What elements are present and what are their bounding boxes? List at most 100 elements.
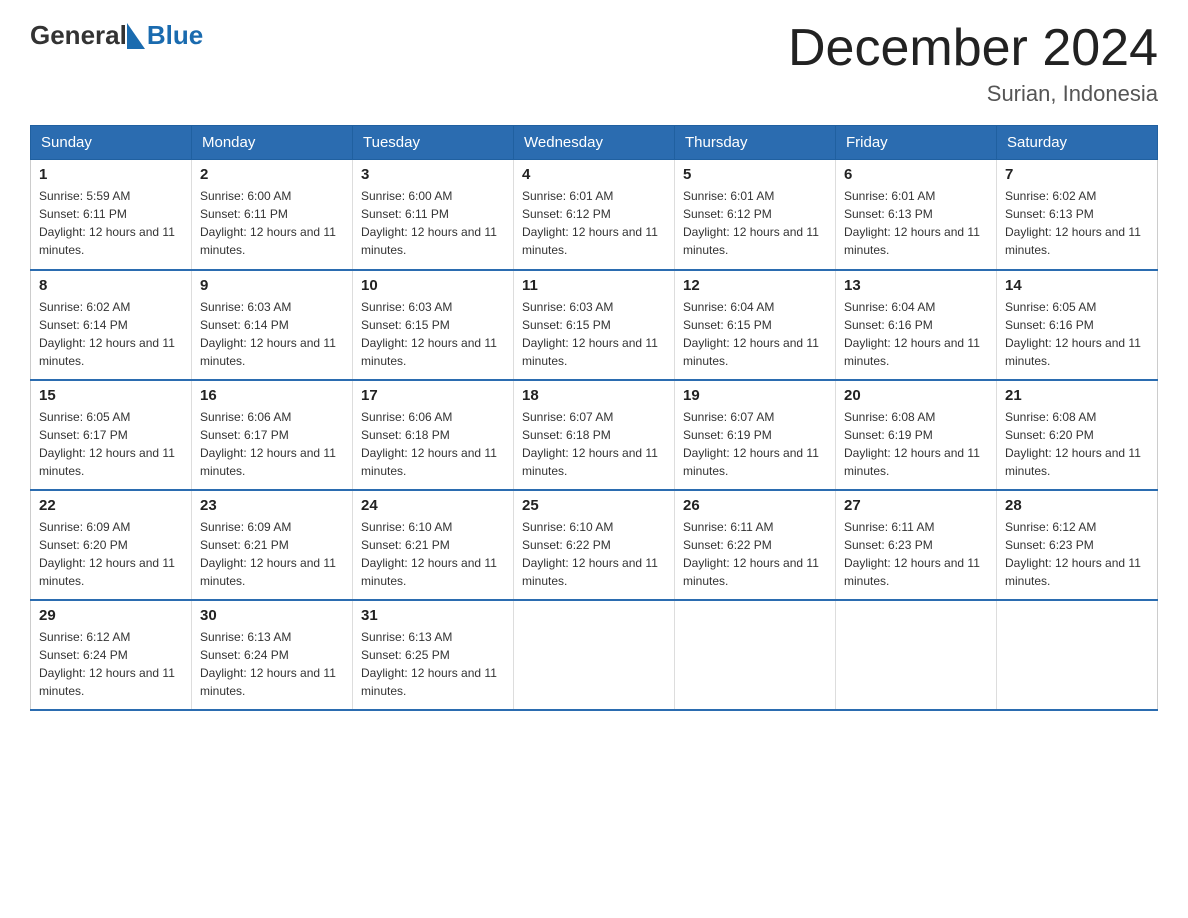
day-number: 21: [1005, 387, 1149, 404]
calendar-cell: 3 Sunrise: 6:00 AMSunset: 6:11 PMDayligh…: [353, 160, 514, 270]
calendar-cell: 6 Sunrise: 6:01 AMSunset: 6:13 PMDayligh…: [836, 160, 997, 270]
calendar-title: December 2024: [788, 20, 1158, 77]
day-info: Sunrise: 6:03 AMSunset: 6:15 PMDaylight:…: [522, 300, 658, 368]
day-number: 3: [361, 166, 505, 183]
day-info: Sunrise: 6:01 AMSunset: 6:12 PMDaylight:…: [683, 189, 819, 257]
calendar-cell: 30 Sunrise: 6:13 AMSunset: 6:24 PMDaylig…: [192, 600, 353, 710]
day-info: Sunrise: 6:01 AMSunset: 6:13 PMDaylight:…: [844, 189, 980, 257]
day-info: Sunrise: 6:00 AMSunset: 6:11 PMDaylight:…: [200, 189, 336, 257]
day-number: 6: [844, 166, 988, 183]
day-number: 2: [200, 166, 344, 183]
day-info: Sunrise: 6:08 AMSunset: 6:19 PMDaylight:…: [844, 410, 980, 478]
calendar-cell: [514, 600, 675, 710]
calendar-cell: 31 Sunrise: 6:13 AMSunset: 6:25 PMDaylig…: [353, 600, 514, 710]
day-info: Sunrise: 6:04 AMSunset: 6:15 PMDaylight:…: [683, 300, 819, 368]
calendar-cell: 27 Sunrise: 6:11 AMSunset: 6:23 PMDaylig…: [836, 490, 997, 600]
day-number: 1: [39, 166, 183, 183]
calendar-week-row: 1 Sunrise: 5:59 AMSunset: 6:11 PMDayligh…: [31, 160, 1158, 270]
day-info: Sunrise: 6:07 AMSunset: 6:18 PMDaylight:…: [522, 410, 658, 478]
calendar-cell: 1 Sunrise: 5:59 AMSunset: 6:11 PMDayligh…: [31, 160, 192, 270]
day-number: 16: [200, 387, 344, 404]
day-info: Sunrise: 6:13 AMSunset: 6:24 PMDaylight:…: [200, 630, 336, 698]
title-block: December 2024 Surian, Indonesia: [788, 20, 1158, 107]
calendar-cell: 29 Sunrise: 6:12 AMSunset: 6:24 PMDaylig…: [31, 600, 192, 710]
calendar-cell: 4 Sunrise: 6:01 AMSunset: 6:12 PMDayligh…: [514, 160, 675, 270]
logo-general-text: General: [30, 20, 127, 51]
calendar-week-row: 29 Sunrise: 6:12 AMSunset: 6:24 PMDaylig…: [31, 600, 1158, 710]
day-info: Sunrise: 6:02 AMSunset: 6:14 PMDaylight:…: [39, 300, 175, 368]
calendar-header-friday: Friday: [836, 126, 997, 160]
logo-blue-text: Blue: [147, 20, 203, 51]
calendar-cell: 20 Sunrise: 6:08 AMSunset: 6:19 PMDaylig…: [836, 380, 997, 490]
logo-triangle-icon: [127, 23, 145, 49]
day-info: Sunrise: 6:03 AMSunset: 6:15 PMDaylight:…: [361, 300, 497, 368]
calendar-cell: 8 Sunrise: 6:02 AMSunset: 6:14 PMDayligh…: [31, 270, 192, 380]
day-number: 19: [683, 387, 827, 404]
day-info: Sunrise: 6:12 AMSunset: 6:24 PMDaylight:…: [39, 630, 175, 698]
day-number: 23: [200, 497, 344, 514]
day-number: 12: [683, 277, 827, 294]
calendar-cell: 25 Sunrise: 6:10 AMSunset: 6:22 PMDaylig…: [514, 490, 675, 600]
day-number: 26: [683, 497, 827, 514]
day-number: 17: [361, 387, 505, 404]
day-number: 10: [361, 277, 505, 294]
day-info: Sunrise: 6:02 AMSunset: 6:13 PMDaylight:…: [1005, 189, 1141, 257]
calendar-cell: 13 Sunrise: 6:04 AMSunset: 6:16 PMDaylig…: [836, 270, 997, 380]
day-number: 9: [200, 277, 344, 294]
day-info: Sunrise: 6:08 AMSunset: 6:20 PMDaylight:…: [1005, 410, 1141, 478]
calendar-cell: 18 Sunrise: 6:07 AMSunset: 6:18 PMDaylig…: [514, 380, 675, 490]
calendar-cell: 7 Sunrise: 6:02 AMSunset: 6:13 PMDayligh…: [997, 160, 1158, 270]
calendar-header-thursday: Thursday: [675, 126, 836, 160]
calendar-cell: 22 Sunrise: 6:09 AMSunset: 6:20 PMDaylig…: [31, 490, 192, 600]
logo: General Blue: [30, 20, 203, 51]
page-header: General Blue December 2024 Surian, Indon…: [30, 20, 1158, 107]
calendar-cell: 21 Sunrise: 6:08 AMSunset: 6:20 PMDaylig…: [997, 380, 1158, 490]
calendar-cell: 9 Sunrise: 6:03 AMSunset: 6:14 PMDayligh…: [192, 270, 353, 380]
day-info: Sunrise: 6:00 AMSunset: 6:11 PMDaylight:…: [361, 189, 497, 257]
day-number: 27: [844, 497, 988, 514]
day-number: 24: [361, 497, 505, 514]
calendar-cell: 12 Sunrise: 6:04 AMSunset: 6:15 PMDaylig…: [675, 270, 836, 380]
day-info: Sunrise: 6:13 AMSunset: 6:25 PMDaylight:…: [361, 630, 497, 698]
calendar-header-row: SundayMondayTuesdayWednesdayThursdayFrid…: [31, 126, 1158, 160]
calendar-cell: 10 Sunrise: 6:03 AMSunset: 6:15 PMDaylig…: [353, 270, 514, 380]
day-info: Sunrise: 6:04 AMSunset: 6:16 PMDaylight:…: [844, 300, 980, 368]
day-info: Sunrise: 6:10 AMSunset: 6:21 PMDaylight:…: [361, 520, 497, 588]
calendar-cell: 28 Sunrise: 6:12 AMSunset: 6:23 PMDaylig…: [997, 490, 1158, 600]
day-info: Sunrise: 6:11 AMSunset: 6:22 PMDaylight:…: [683, 520, 819, 588]
day-number: 11: [522, 277, 666, 294]
calendar-cell: 19 Sunrise: 6:07 AMSunset: 6:19 PMDaylig…: [675, 380, 836, 490]
day-info: Sunrise: 6:05 AMSunset: 6:16 PMDaylight:…: [1005, 300, 1141, 368]
calendar-cell: 5 Sunrise: 6:01 AMSunset: 6:12 PMDayligh…: [675, 160, 836, 270]
calendar-cell: 15 Sunrise: 6:05 AMSunset: 6:17 PMDaylig…: [31, 380, 192, 490]
day-number: 18: [522, 387, 666, 404]
calendar-cell: 2 Sunrise: 6:00 AMSunset: 6:11 PMDayligh…: [192, 160, 353, 270]
calendar-cell: [836, 600, 997, 710]
day-number: 22: [39, 497, 183, 514]
day-number: 8: [39, 277, 183, 294]
day-info: Sunrise: 6:03 AMSunset: 6:14 PMDaylight:…: [200, 300, 336, 368]
day-info: Sunrise: 6:05 AMSunset: 6:17 PMDaylight:…: [39, 410, 175, 478]
calendar-header-saturday: Saturday: [997, 126, 1158, 160]
day-info: Sunrise: 6:07 AMSunset: 6:19 PMDaylight:…: [683, 410, 819, 478]
day-info: Sunrise: 6:06 AMSunset: 6:17 PMDaylight:…: [200, 410, 336, 478]
day-info: Sunrise: 5:59 AMSunset: 6:11 PMDaylight:…: [39, 189, 175, 257]
day-number: 13: [844, 277, 988, 294]
calendar-cell: [997, 600, 1158, 710]
calendar-cell: 26 Sunrise: 6:11 AMSunset: 6:22 PMDaylig…: [675, 490, 836, 600]
day-number: 20: [844, 387, 988, 404]
calendar-week-row: 8 Sunrise: 6:02 AMSunset: 6:14 PMDayligh…: [31, 270, 1158, 380]
day-number: 31: [361, 607, 505, 624]
day-number: 30: [200, 607, 344, 624]
day-number: 29: [39, 607, 183, 624]
calendar-header-monday: Monday: [192, 126, 353, 160]
day-number: 4: [522, 166, 666, 183]
calendar-week-row: 22 Sunrise: 6:09 AMSunset: 6:20 PMDaylig…: [31, 490, 1158, 600]
calendar-cell: 14 Sunrise: 6:05 AMSunset: 6:16 PMDaylig…: [997, 270, 1158, 380]
day-info: Sunrise: 6:12 AMSunset: 6:23 PMDaylight:…: [1005, 520, 1141, 588]
day-info: Sunrise: 6:10 AMSunset: 6:22 PMDaylight:…: [522, 520, 658, 588]
calendar-cell: 24 Sunrise: 6:10 AMSunset: 6:21 PMDaylig…: [353, 490, 514, 600]
calendar-week-row: 15 Sunrise: 6:05 AMSunset: 6:17 PMDaylig…: [31, 380, 1158, 490]
day-number: 25: [522, 497, 666, 514]
calendar-cell: 23 Sunrise: 6:09 AMSunset: 6:21 PMDaylig…: [192, 490, 353, 600]
